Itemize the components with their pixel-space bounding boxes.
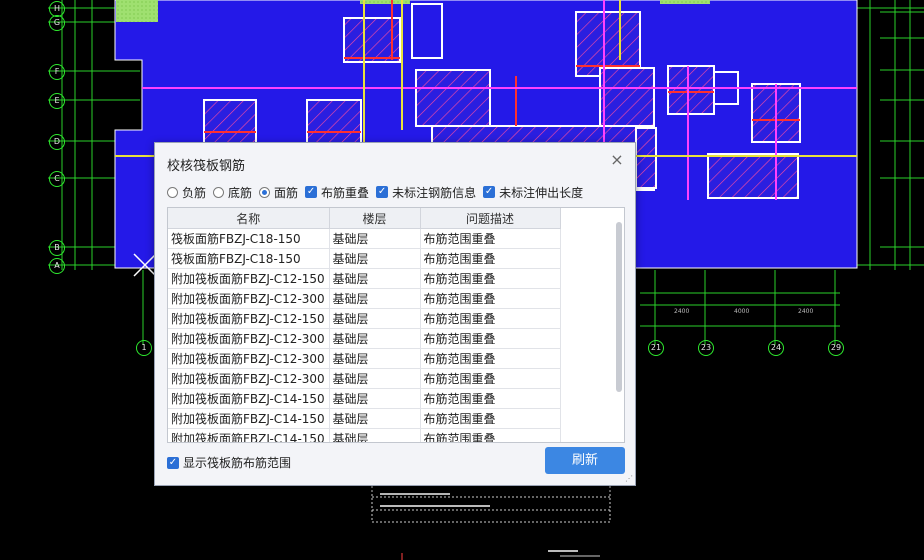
cell-floor: 基础层 [329,428,421,442]
cell-name: 附加筏板面筋FBZJ-C12-300 [168,348,330,369]
cell-floor: 基础层 [329,288,421,309]
show-range-toggle[interactable]: ✓ 显示筏板筋布筋范围 [167,454,291,471]
dimension-text: 2400 [674,308,689,315]
axis-bubble-21: 21 [648,340,664,356]
option-bottom-rebar[interactable]: 底筋 [213,184,252,201]
cell-issue: 布筋范围重叠 [420,408,561,429]
axis-bubble-1: 1 [136,340,152,356]
table-row[interactable]: 附加筏板面筋FBZJ-C12-150 基础层 布筋范围重叠 [168,268,561,289]
table-row[interactable]: 附加筏板面筋FBZJ-C14-150 基础层 布筋范围重叠 [168,428,561,442]
option-negative-rebar[interactable]: 负筋 [167,184,206,201]
cell-name: 附加筏板面筋FBZJ-C12-300 [168,288,330,309]
cell-issue: 布筋范围重叠 [420,268,561,289]
results-table[interactable]: 名称 楼层 问题描述 筏板面筋FBZJ-C18-150 基础层 布筋范围重叠 筏板面… [167,207,625,443]
dialog-title: 校核筏板钢筋 [167,159,246,174]
checkbox-checked-icon[interactable]: ✓ [305,186,318,198]
column-header-issue[interactable]: 问题描述 [420,208,561,229]
option-top-rebar[interactable]: 面筋 [259,184,298,201]
radio-icon[interactable] [167,186,178,198]
cell-issue: 布筋范围重叠 [420,328,561,349]
table-row[interactable]: 附加筏板面筋FBZJ-C12-300 基础层 布筋范围重叠 [168,368,561,389]
cell-issue: 布筋范围重叠 [420,388,561,409]
axis-bubble-24: 24 [768,340,784,356]
cell-floor: 基础层 [329,368,421,389]
cell-floor: 基础层 [329,248,421,269]
axis-bubble-d: D [49,134,65,150]
option-label: 未标注伸出长度 [499,185,584,200]
cell-floor: 基础层 [329,408,421,429]
check-options: 负筋 底筋 面筋 ✓ 布筋重叠 ✓ 未标注钢筋信息 ✓ 未标注伸出长度 [167,184,590,200]
cell-name: 附加筏板面筋FBZJ-C12-150 [168,308,330,329]
cell-issue: 布筋范围重叠 [420,428,561,442]
table-row[interactable]: 附加筏板面筋FBZJ-C12-150 基础层 布筋范围重叠 [168,308,561,329]
dimension-text: 4000 [734,308,749,315]
axis-bubble-29: 29 [828,340,844,356]
column-header-floor[interactable]: 楼层 [329,208,421,229]
check-raft-rebar-dialog: 校核筏板钢筋 × 负筋 底筋 面筋 ✓ 布筋重叠 ✓ 未标注钢筋信息 ✓ 未标注… [154,142,636,486]
refresh-button[interactable]: 刷新 [545,447,625,474]
table-row[interactable]: 筏板面筋FBZJ-C18-150 基础层 布筋范围重叠 [168,248,561,269]
table-row[interactable]: 附加筏板面筋FBZJ-C14-150 基础层 布筋范围重叠 [168,408,561,429]
cell-name: 附加筏板面筋FBZJ-C12-300 [168,328,330,349]
footer-checkbox-label: 显示筏板筋布筋范围 [183,456,292,470]
cell-name: 附加筏板面筋FBZJ-C12-300 [168,368,330,389]
checkbox-checked-icon[interactable]: ✓ [483,186,496,198]
cell-floor: 基础层 [329,308,421,329]
option-unlabeled-info[interactable]: ✓ 未标注钢筋信息 [376,184,476,201]
cell-name: 筏板面筋FBZJ-C18-150 [168,228,330,249]
option-unlabeled-extension[interactable]: ✓ 未标注伸出长度 [483,184,583,201]
table-row[interactable]: 附加筏板面筋FBZJ-C12-300 基础层 布筋范围重叠 [168,288,561,309]
cell-issue: 布筋范围重叠 [420,308,561,329]
cell-name: 附加筏板面筋FBZJ-C14-150 [168,408,330,429]
cell-name: 筏板面筋FBZJ-C18-150 [168,248,330,269]
table-row[interactable]: 附加筏板面筋FBZJ-C12-300 基础层 布筋范围重叠 [168,328,561,349]
axis-bubble-e: E [49,93,65,109]
axis-bubble-c: C [49,171,65,187]
axis-bubble-23: 23 [698,340,714,356]
table-header-row: 名称 楼层 问题描述 [168,208,561,229]
cell-floor: 基础层 [329,388,421,409]
table-row[interactable]: 筏板面筋FBZJ-C18-150 基础层 布筋范围重叠 [168,228,561,249]
cell-issue: 布筋范围重叠 [420,248,561,269]
radio-selected-icon[interactable] [259,186,271,198]
cell-floor: 基础层 [329,348,421,369]
checkbox-checked-icon[interactable]: ✓ [376,186,389,198]
checkbox-checked-icon[interactable]: ✓ [167,456,179,469]
axis-bubble-a: A [49,258,65,274]
option-label: 布筋重叠 [321,185,370,200]
axis-bubble-f: F [49,64,65,80]
column-header-name[interactable]: 名称 [168,208,330,229]
option-label: 底筋 [228,185,253,200]
cell-floor: 基础层 [329,268,421,289]
cell-floor: 基础层 [329,328,421,349]
axis-bubble-b: B [49,240,65,256]
cell-issue: 布筋范围重叠 [420,348,561,369]
dimension-text: 2400 [798,308,813,315]
option-label: 面筋 [274,185,299,200]
close-icon[interactable]: × [609,152,625,168]
resize-grip-icon[interactable]: ⋰ [625,475,633,483]
option-overlap[interactable]: ✓ 布筋重叠 [305,184,369,201]
axis-bubble-g: G [49,15,65,31]
cell-issue: 布筋范围重叠 [420,368,561,389]
cell-name: 附加筏板面筋FBZJ-C14-150 [168,428,330,442]
cell-issue: 布筋范围重叠 [420,288,561,309]
option-label: 未标注钢筋信息 [392,185,477,200]
radio-icon[interactable] [213,186,225,198]
table-row[interactable]: 附加筏板面筋FBZJ-C12-300 基础层 布筋范围重叠 [168,348,561,369]
option-label: 负筋 [182,185,207,200]
vertical-scrollbar[interactable] [616,222,622,392]
cell-issue: 布筋范围重叠 [420,228,561,249]
table-row[interactable]: 附加筏板面筋FBZJ-C14-150 基础层 布筋范围重叠 [168,388,561,409]
cell-floor: 基础层 [329,228,421,249]
cell-name: 附加筏板面筋FBZJ-C14-150 [168,388,330,409]
cell-name: 附加筏板面筋FBZJ-C12-150 [168,268,330,289]
